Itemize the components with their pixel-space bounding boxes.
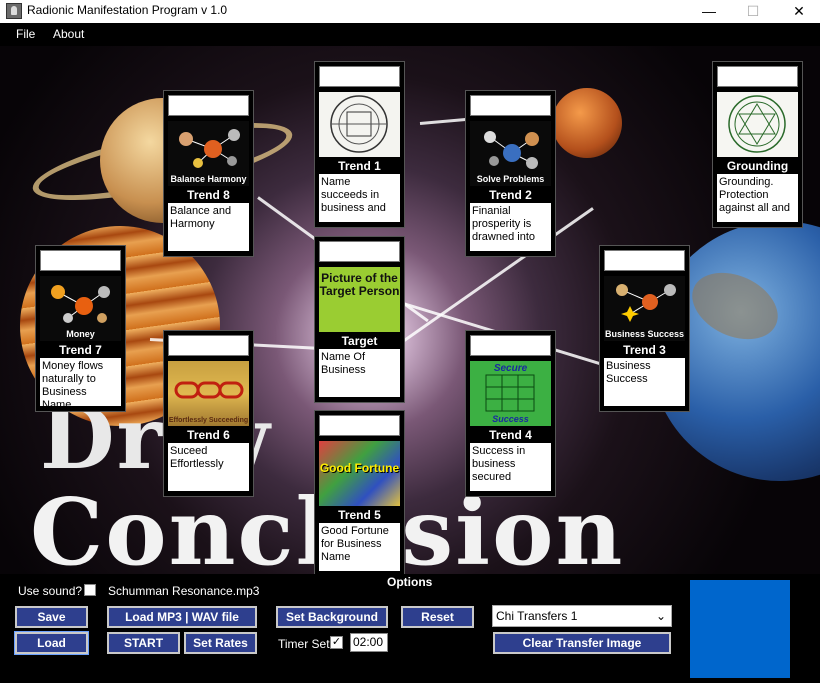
trend8-image[interactable]: Balance Harmony (168, 121, 249, 186)
trend6-image-caption: Effortlessly Succeeding (168, 417, 249, 424)
trend1-image[interactable] (319, 92, 400, 157)
use-sound-label: Use sound? (18, 584, 83, 598)
use-sound-checkbox[interactable] (84, 584, 96, 596)
trend7-description[interactable]: Money flows naturally to Business Name (40, 358, 121, 406)
load-mp3-button[interactable]: Load MP3 | WAV file (107, 606, 257, 628)
target-description[interactable]: Name Of Business (319, 349, 400, 397)
trend5-label: Trend 5 (338, 508, 381, 522)
trend2-image-caption: Solve Problems (476, 174, 545, 184)
options-panel: Options Use sound? Schumman Resonance.mp… (0, 574, 820, 683)
trend5-image-caption: Good Fortune (319, 461, 400, 475)
grounding-label: Grounding (726, 159, 789, 173)
trend6-description[interactable]: Suceed Effortlessly (168, 443, 249, 491)
trend3-image[interactable]: Business Success (604, 276, 685, 341)
minimize-button[interactable]: — (686, 0, 732, 23)
grounding-name-field[interactable] (717, 66, 798, 87)
set-background-button[interactable]: Set Background (276, 606, 388, 628)
start-button[interactable]: START (107, 632, 180, 654)
trend4-label: Trend 4 (489, 428, 532, 442)
card-trend3: Business Success Trend 3 Business Succes… (599, 245, 690, 412)
menu-about[interactable]: About (53, 27, 84, 41)
window-title: Radionic Manifestation Program v 1.0 (27, 3, 228, 17)
card-target: Picture of the Target Person Target Name… (314, 236, 405, 403)
trend1-name-field[interactable] (319, 66, 400, 87)
title-bar: Radionic Manifestation Program v 1.0 — ☐… (0, 0, 820, 23)
menu-file[interactable]: File (16, 27, 35, 41)
maximize-button[interactable]: ☐ (730, 0, 776, 23)
trend1-label: Trend 1 (338, 159, 381, 173)
card-trend6: Effortlessly Succeeding Trend 6 Suceed E… (163, 330, 254, 497)
chi-transfers-select[interactable]: Chi Transfers 1 ⌄ (492, 605, 672, 627)
trend7-image-caption: Money (66, 329, 95, 339)
options-title: Options (387, 575, 433, 589)
load-button[interactable]: Load (14, 631, 89, 655)
trend4-name-field[interactable] (470, 335, 551, 356)
trend5-description[interactable]: Good Fortune for Business Name (319, 523, 400, 571)
card-trend7: Money Trend 7 Money flows naturally to B… (35, 245, 126, 412)
trend2-description[interactable]: Finanial prosperity is drawned into (470, 203, 551, 251)
menu-bar: File About (0, 23, 820, 46)
timer-set-label: Timer Set (278, 637, 330, 651)
trend3-name-field[interactable] (604, 250, 685, 271)
clear-transfer-image-button[interactable]: Clear Transfer Image (493, 632, 671, 654)
trend8-description[interactable]: Balance and Harmony (168, 203, 249, 251)
trend3-label: Trend 3 (623, 343, 666, 357)
trend6-image[interactable]: Effortlessly Succeeding (168, 361, 249, 426)
trend7-name-field[interactable] (40, 250, 121, 271)
trend8-label: Trend 8 (187, 188, 230, 202)
close-button[interactable]: ✕ (776, 0, 820, 23)
grounding-image[interactable] (717, 92, 798, 157)
trend4-image-caption: Success (492, 414, 529, 424)
sound-file-label: Schumman Resonance.mp3 (108, 584, 260, 598)
trend4-description[interactable]: Success in business secured (470, 443, 551, 491)
target-name-field[interactable] (319, 241, 400, 262)
grounding-seal-icon (728, 95, 786, 153)
app-icon (6, 3, 22, 19)
trend6-label: Trend 6 (187, 428, 230, 442)
trend3-description[interactable]: Business Success (604, 358, 685, 406)
target-label: Target (341, 334, 378, 348)
trend6-name-field[interactable] (168, 335, 249, 356)
card-grounding: Grounding Grounding. Protection against … (712, 61, 803, 228)
trend8-name-field[interactable] (168, 95, 249, 116)
card-trend5: Good Fortune Trend 5 Good Fortune for Bu… (314, 410, 405, 574)
chevron-down-icon: ⌄ (655, 609, 666, 623)
app-window: Radionic Manifestation Program v 1.0 — ☐… (0, 0, 820, 683)
trend8-image-caption: Balance Harmony (170, 174, 247, 184)
trend3-image-caption: Business Success (604, 329, 685, 339)
chi-transfers-value: Chi Transfers 1 (496, 609, 578, 623)
transfer-color-swatch[interactable] (690, 580, 790, 678)
trend5-image[interactable]: Good Fortune (319, 441, 400, 506)
card-trend1: Trend 1 Name succeeds in business and (314, 61, 405, 228)
trend2-image[interactable]: Solve Problems (470, 121, 551, 186)
sigil-icon (330, 95, 388, 153)
trend2-name-field[interactable] (470, 95, 551, 116)
card-trend2: Solve Problems Trend 2 Finanial prosperi… (465, 90, 556, 257)
mars-planet (552, 88, 622, 158)
target-image[interactable]: Picture of the Target Person (319, 267, 400, 332)
trend5-name-field[interactable] (319, 415, 400, 436)
timer-input[interactable]: 02:00 (350, 633, 388, 652)
grounding-description[interactable]: Grounding. Protection against all and (717, 174, 798, 222)
set-rates-button[interactable]: Set Rates (184, 632, 257, 654)
background-canvas: Dr w Conclusion Trend 1 Name succeeds in… (0, 46, 820, 574)
trend7-label: Trend 7 (59, 343, 102, 357)
card-trend8: Balance Harmony Trend 8 Balance and Harm… (163, 90, 254, 257)
trend7-image[interactable]: Money (40, 276, 121, 341)
trend4-image-caption-top: Secure (493, 363, 528, 374)
trend2-label: Trend 2 (489, 188, 532, 202)
trend1-description[interactable]: Name succeeds in business and (319, 174, 400, 222)
card-trend4: Secure Success Trend 4 Success in busine… (465, 330, 556, 497)
save-button[interactable]: Save (15, 606, 88, 628)
trend4-image[interactable]: Secure Success (470, 361, 551, 426)
timer-checkbox[interactable]: ✓ (330, 636, 343, 649)
reset-button[interactable]: Reset (401, 606, 474, 628)
